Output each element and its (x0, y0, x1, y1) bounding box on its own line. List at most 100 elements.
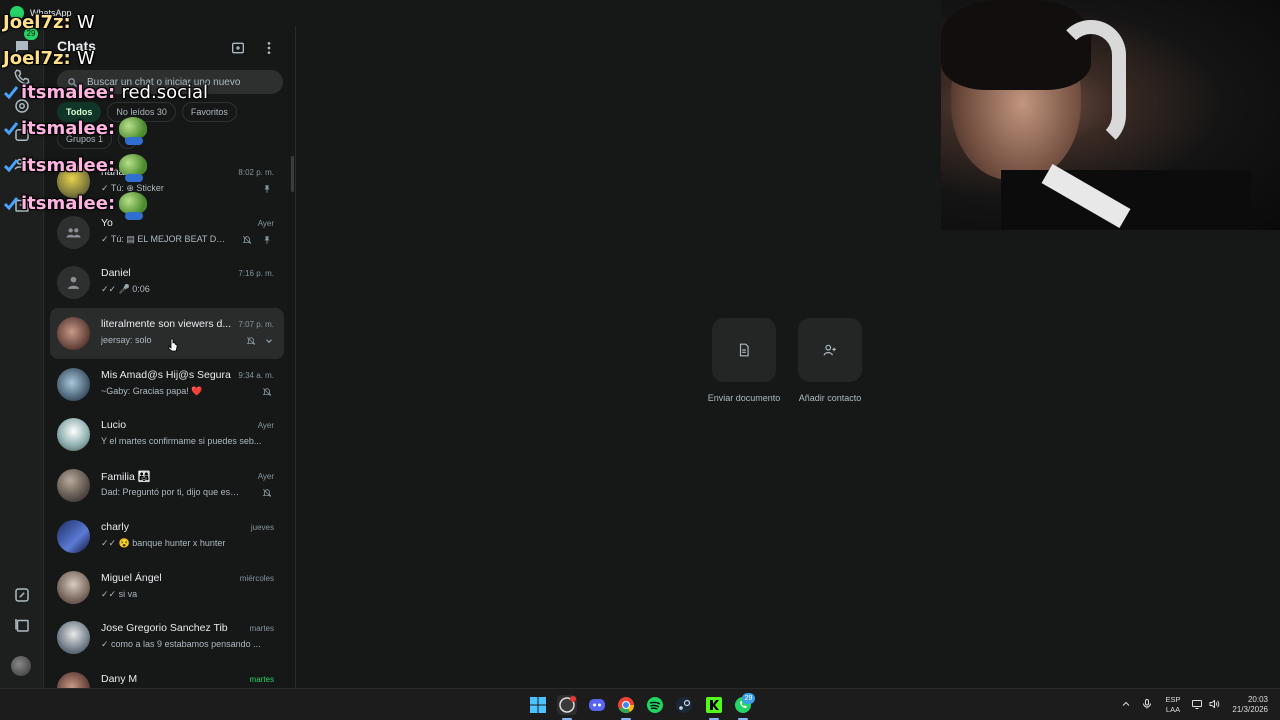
chat-row[interactable]: literalmente son viewers d... 7:07 p. m.… (50, 308, 284, 359)
chat-username: itsmalee: (21, 155, 116, 176)
media-icon[interactable] (13, 616, 31, 634)
streamer-shirt (1001, 170, 1251, 230)
language-code: ESP (1165, 695, 1181, 704)
obs-icon (559, 696, 576, 713)
chat-name: Familia 👨‍👩‍👧 (101, 471, 151, 484)
stream-chat-line: itsmalee: (3, 117, 148, 145)
chat-row[interactable]: Mis Amad@s Hij@s Segura 9:34 a. m. ~Gaby… (50, 359, 284, 410)
muted-icon (246, 337, 256, 346)
chat-time: 9:34 a. m. (238, 370, 274, 380)
chat-message: red.social (121, 82, 209, 103)
avatar (57, 317, 90, 351)
chrome-icon (618, 697, 635, 714)
chat-row[interactable]: Lucio Ayer Y el martes confirmame si pue… (50, 409, 284, 460)
stream-chat-overlay: Joel7z: W Joel7z: W itsmalee: red.social… (3, 12, 263, 222)
stream-chat-line: itsmalee: (3, 192, 148, 220)
chat-name: literalmente son viewers d... (101, 318, 232, 331)
person-placeholder-icon (67, 277, 80, 290)
chat-row[interactable]: Daniel 7:16 p. m. ✓✓ 🎤 0:06 (50, 257, 284, 308)
add-contact-label: Añadir contacto (798, 393, 862, 403)
volume-icon[interactable] (1208, 698, 1220, 710)
display-icon[interactable] (1191, 698, 1203, 710)
tray-overflow-chevron-icon[interactable] (1120, 698, 1132, 710)
kick-icon (706, 697, 722, 713)
pin-icon (264, 235, 270, 244)
avatar (57, 266, 90, 300)
meta-ai-icon[interactable] (13, 586, 31, 604)
profile-avatar[interactable] (11, 656, 31, 676)
chat-name: Mis Amad@s Hij@s Segura (101, 368, 231, 381)
muted-icon (262, 387, 272, 396)
taskbar-discord[interactable] (587, 695, 607, 715)
avatar (57, 418, 90, 452)
chat-name: Miguel Ángel (101, 571, 162, 584)
avatar (57, 367, 90, 401)
keyboard-layout-code: LAA (1165, 705, 1181, 714)
chevron-down-icon[interactable] (264, 336, 274, 346)
chat-preview: Dad: Preguntó por ti, dijo que estab... (101, 487, 241, 498)
send-document-label: Enviar documento (707, 393, 781, 403)
system-clock[interactable]: 20:03 21/3/2026 (1232, 695, 1268, 715)
subscriber-badge-icon (3, 122, 19, 136)
chat-list-scrollbar[interactable] (291, 156, 294, 192)
avatar (57, 671, 90, 688)
taskbar-chrome[interactable] (616, 695, 636, 720)
taskbar-obs[interactable] (557, 695, 577, 720)
stream-chat-line: Joel7z: W (3, 12, 95, 33)
muted-icon (242, 235, 252, 244)
chat-preview: ✓ como a las 9 estabamos pensando ... (101, 639, 261, 650)
chat-username: itsmalee: (21, 118, 116, 139)
chat-row[interactable]: Jose Gregorio Sanchez Tib martes ✓ como … (50, 612, 284, 663)
pin-icon (264, 185, 270, 193)
input-language-indicator[interactable]: ESP LAA (1163, 695, 1183, 715)
chat-time: Ayer (257, 421, 274, 431)
chat-name: Lucio (101, 419, 127, 432)
headphones (1056, 20, 1126, 150)
document-icon (739, 343, 749, 357)
chat-time: 7:07 p. m. (238, 320, 274, 330)
chat-message: W (76, 12, 95, 33)
chat-username: itsmalee: (21, 82, 116, 103)
whatsapp-taskbar-badge: 29 (742, 693, 755, 704)
chat-username: itsmalee: (21, 193, 116, 214)
chat-row[interactable]: Familia 👨‍👩‍👧 Ayer Dad: Preguntó por ti,… (50, 460, 284, 511)
chat-row[interactable]: Dany M martes (50, 663, 284, 688)
avatar (57, 519, 90, 553)
microphone-icon[interactable] (1141, 698, 1153, 710)
chat-row[interactable]: charly jueves ✓✓ 😵 banque hunter x hunte… (50, 511, 284, 562)
taskbar-kick[interactable] (704, 695, 724, 720)
clock-time: 20:03 (1247, 695, 1268, 704)
subscriber-badge-icon (3, 159, 19, 173)
chat-message: W (76, 48, 95, 69)
chat-preview: jeersay: solo (101, 335, 152, 346)
add-contact-button[interactable] (798, 318, 862, 382)
chat-preview: ✓✓ si va (101, 588, 138, 599)
subscriber-badge-icon (3, 86, 19, 100)
muted-icon (262, 489, 272, 498)
start-button[interactable] (528, 695, 548, 715)
chat-time: martes (249, 624, 274, 634)
stream-chat-line: itsmalee: red.social (3, 82, 208, 103)
chat-time: 7:16 p. m. (238, 269, 274, 279)
windows-logo-icon (530, 697, 546, 713)
chat-preview: ~Gaby: Gracias papa! ❤️ (101, 385, 203, 396)
send-document-button[interactable] (712, 318, 776, 382)
chat-name: Jose Gregorio Sanchez Tib (101, 622, 228, 635)
chat-name: Dany M (101, 672, 138, 685)
clock-date: 21/3/2026 (1232, 705, 1268, 714)
taskbar-steam[interactable] (674, 695, 694, 715)
chat-preview: ✓✓ 🎤 0:06 (101, 284, 150, 295)
chat-preview: ✓ Tú: ▤ EL MEJOR BEAT DE ... (101, 233, 231, 244)
chat-preview: ✓✓ 😵 banque hunter x hunter (101, 537, 226, 548)
chat-time: miércoles (239, 573, 274, 583)
taskbar-spotify[interactable] (645, 695, 665, 715)
pepe-emote-icon (119, 192, 148, 220)
avatar (57, 469, 90, 503)
chat-username: Joel7z: (3, 12, 71, 33)
chat-time: Ayer (257, 472, 274, 482)
chat-row[interactable]: Miguel Ángel miércoles ✓✓ si va (50, 562, 284, 613)
add-person-icon (823, 344, 836, 356)
menu-icon[interactable] (261, 40, 277, 56)
steam-icon (676, 697, 692, 713)
taskbar: 29 ESP LAA 20:03 21/3/2026 (0, 688, 1280, 720)
